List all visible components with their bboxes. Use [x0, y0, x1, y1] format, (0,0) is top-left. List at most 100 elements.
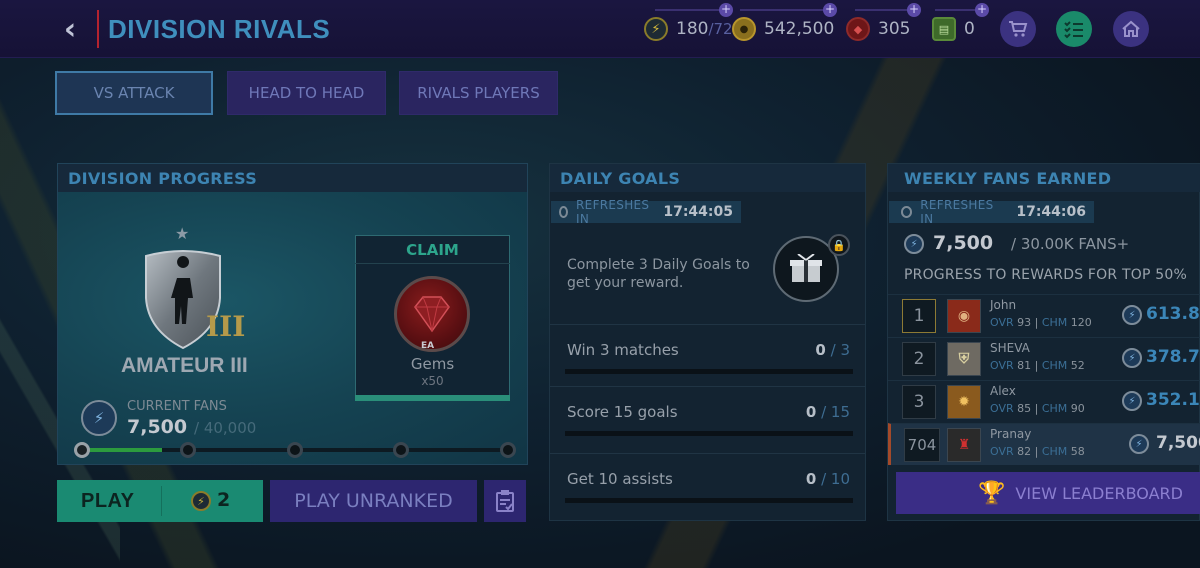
goal-row: Get 10 assists 0 / 10 — [550, 453, 865, 521]
chm-value: 90 — [1070, 402, 1085, 415]
goal-name: Win 3 matches — [567, 341, 679, 359]
player-fans: 352.1K — [1146, 390, 1200, 410]
trophy-icon: 🏆 — [978, 480, 1006, 506]
tab-rivals-players[interactable]: RIVALS PLAYERS — [399, 71, 558, 115]
back-button[interactable]: ‹ — [56, 11, 84, 47]
weekly-fans-refresh: REFRESHES IN 17:44:06 — [889, 198, 1094, 226]
home-button[interactable] — [1113, 11, 1149, 47]
team-badge-icon: ✹ — [947, 385, 981, 419]
chm-label: CHM — [1041, 402, 1068, 415]
reward-name: Gems — [410, 355, 455, 373]
leaderboard-row[interactable]: 1 ◉ John OVR 93 | CHM 120 ⚡ 613.8K — [888, 294, 1200, 336]
refresh-label: REFRESHES IN — [920, 198, 994, 226]
fans-icon: ⚡ — [81, 400, 117, 436]
player-name: Pranay — [990, 427, 1032, 441]
weekly-fans-title: WEEKLY FANS EARNED — [888, 164, 1200, 192]
rewards-progress-text: PROGRESS TO REWARDS FOR TOP 50% — [904, 267, 1187, 283]
goal-progress: 0 / 10 — [806, 470, 850, 488]
gems-counter: ◆ 305 — [846, 14, 910, 44]
home-icon — [1122, 20, 1140, 37]
leaderboard-rank: 704 — [904, 428, 940, 462]
play-unranked-button[interactable]: PLAY UNRANKED — [270, 480, 477, 522]
add-points-button[interactable]: + — [975, 3, 989, 17]
player-stats: OVR 81 | CHM 52 — [990, 359, 1085, 372]
progress-node — [74, 442, 90, 458]
weekly-fans-total: 7,500 — [933, 232, 994, 254]
chm-label: CHM — [1041, 316, 1068, 329]
page-title: DIVISION RIVALS — [108, 14, 331, 44]
play-button[interactable]: PLAY ⚡ 2 — [57, 480, 263, 522]
view-leaderboard-button[interactable]: 🏆 VIEW LEADERBOARD — [896, 472, 1200, 514]
stamina-counter: ⚡ 180 /72 — [644, 14, 733, 44]
progress-node — [180, 442, 196, 458]
coin-icon: ● — [732, 17, 756, 41]
gem-icon — [414, 296, 450, 333]
leaderboard-row-current-user[interactable]: 704 ♜ Pranay OVR 82 | CHM 58 ⚡ 7,500 — [888, 423, 1200, 465]
title-divider — [97, 10, 99, 48]
coins-bar-line — [740, 9, 830, 11]
ovr-value: 93 — [1017, 316, 1032, 329]
daily-goals-title: DAILY GOALS — [550, 164, 865, 192]
coins-value: 542,500 — [764, 19, 835, 39]
points-counter: ▤ 0 — [932, 14, 975, 44]
points-bar-line — [935, 9, 980, 11]
tasks-button[interactable] — [1056, 11, 1092, 47]
team-badge-icon: ♜ — [947, 428, 981, 462]
coins-counter: ● 542,500 — [732, 14, 834, 44]
fans-icon: ⚡ — [1122, 348, 1142, 368]
goal-progress-bar — [565, 498, 853, 503]
points-icon: ▤ — [932, 17, 956, 41]
store-button[interactable] — [1000, 11, 1036, 47]
daily-goals-description: Complete 3 Daily Goals to get your rewar… — [567, 257, 750, 291]
claim-label: CLAIM — [355, 236, 510, 264]
ovr-label: OVR — [990, 316, 1014, 329]
reward-box-icon — [790, 254, 822, 282]
chevron-left-icon: ‹ — [63, 11, 77, 47]
goal-row: Win 3 matches 0 / 3 — [550, 324, 865, 392]
fans-target: / 40,000 — [194, 419, 257, 437]
player-stats: OVR 82 | CHM 58 — [990, 445, 1085, 458]
ea-logo: EA — [421, 341, 435, 351]
rank-numeral: III — [206, 310, 246, 343]
player-name: Alex — [990, 384, 1016, 398]
leaderboard-rank: 3 — [902, 385, 936, 419]
chm-label: CHM — [1041, 359, 1068, 372]
clipboard-icon — [496, 490, 514, 512]
star-icon: ★ — [175, 224, 190, 243]
play-divider — [161, 486, 162, 516]
tab-vs-attack[interactable]: VS ATTACK — [55, 71, 213, 115]
team-badge-icon: ◉ — [947, 299, 981, 333]
leaderboard-row[interactable]: 2 ⛨ SHEVA OVR 81 | CHM 52 ⚡ 378.7K — [888, 337, 1200, 379]
refresh-timer: 17:44:06 — [1016, 204, 1086, 220]
goal-row: Score 15 goals 0 / 15 — [550, 386, 865, 454]
goal-max: / 10 — [821, 470, 850, 488]
fans-icon: ⚡ — [1122, 305, 1142, 325]
current-fans-label: CURRENT FANS — [127, 399, 227, 414]
stamina-bolt-icon: ⚡ — [644, 17, 668, 41]
division-progress-fill — [82, 448, 162, 452]
goal-current: 0 — [805, 470, 817, 488]
chm-value: 52 — [1070, 359, 1085, 372]
progress-node — [500, 442, 516, 458]
player-fans: 7,500 — [1156, 433, 1200, 453]
tab-head-to-head[interactable]: HEAD TO HEAD — [227, 71, 386, 115]
rules-button[interactable] — [484, 480, 526, 522]
play-cost: 2 — [217, 489, 231, 511]
division-progress-title: DIVISION PROGRESS — [58, 164, 527, 192]
stamina-max: /72 — [708, 20, 733, 38]
daily-goals-refresh: REFRESHES IN 17:44:05 — [551, 198, 741, 226]
view-leaderboard-label: VIEW LEADERBOARD — [1015, 483, 1183, 503]
leaderboard-row[interactable]: 3 ✹ Alex OVR 85 | CHM 90 ⚡ 352.1K — [888, 380, 1200, 422]
stamina-bolt-icon: ⚡ — [191, 491, 211, 511]
ovr-value: 81 — [1017, 359, 1032, 372]
player-fans: 378.7K — [1146, 347, 1200, 367]
goal-progress: 0 / 3 — [815, 341, 850, 359]
current-fans-value: 7,500 — [127, 416, 188, 438]
team-badge-icon: ⛨ — [947, 342, 981, 376]
progress-node — [287, 442, 303, 458]
goal-max: / 3 — [830, 341, 850, 359]
stopwatch-icon — [559, 206, 569, 218]
chm-value: 58 — [1070, 445, 1085, 458]
lock-icon: 🔒 — [828, 234, 850, 256]
player-name: SHEVA — [990, 341, 1030, 355]
